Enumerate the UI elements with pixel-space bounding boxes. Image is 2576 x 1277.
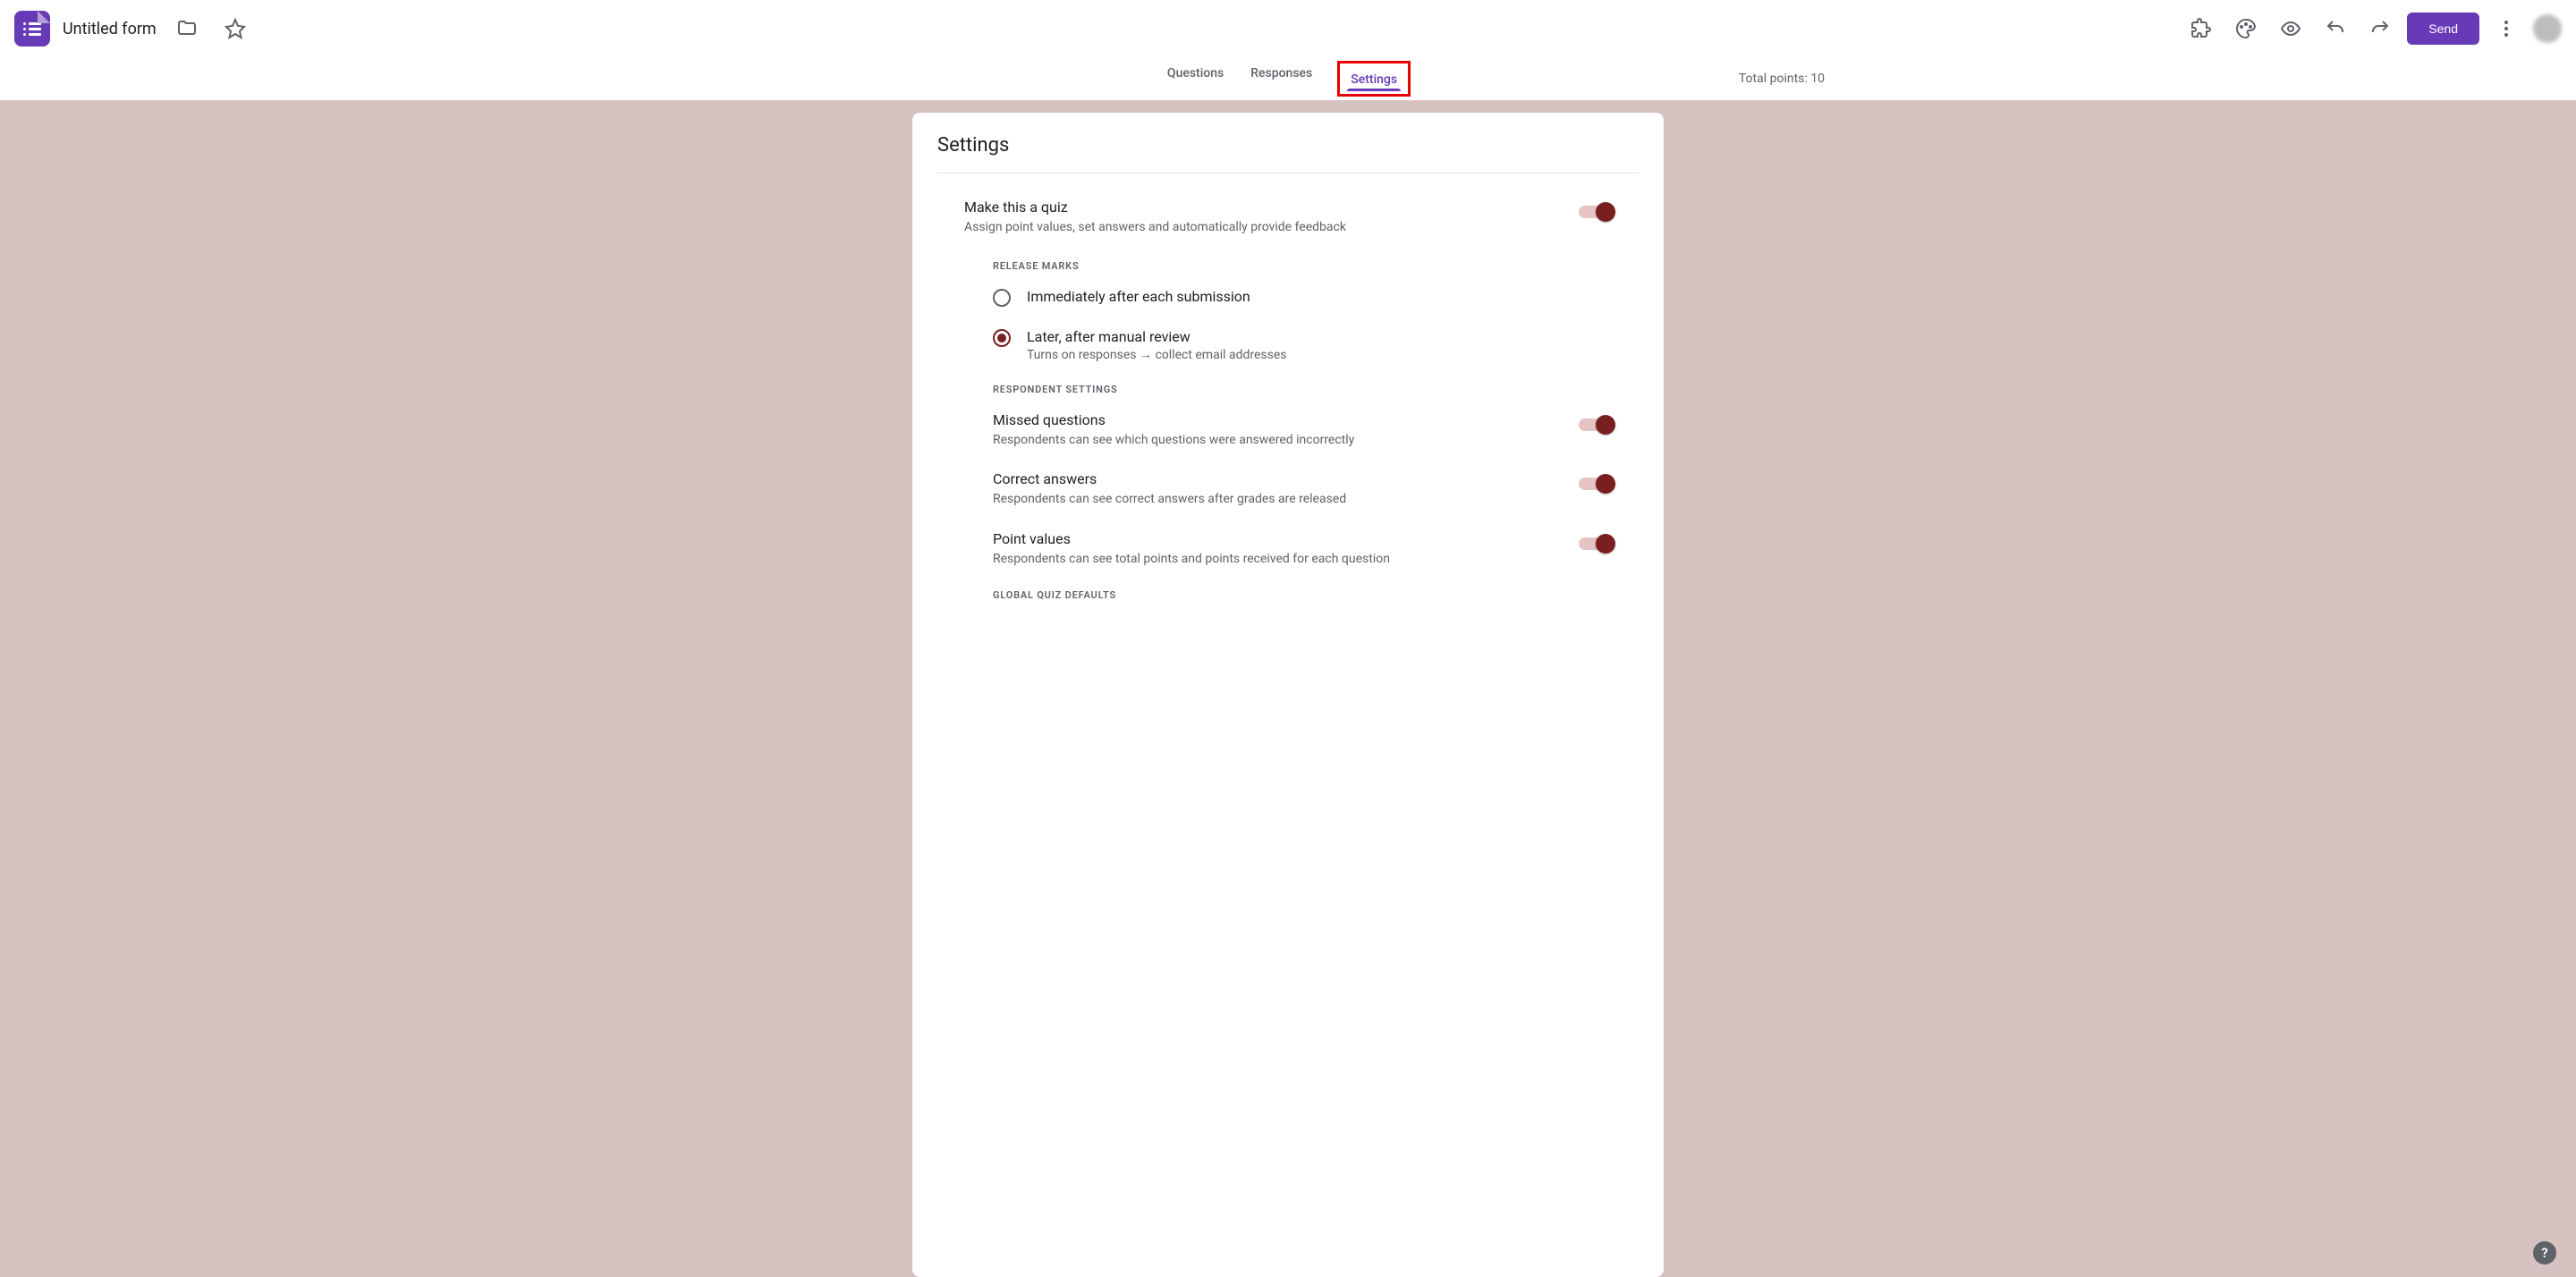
toggle-point-values[interactable] xyxy=(1579,537,1612,550)
account-avatar[interactable] xyxy=(2533,14,2562,43)
header-left: Untitled form xyxy=(14,11,253,47)
radio-later[interactable]: Later, after manual review Turns on resp… xyxy=(937,328,1639,384)
addons-icon[interactable] xyxy=(2183,11,2219,47)
redo-icon[interactable] xyxy=(2362,11,2398,47)
section-respondent: RESPONDENT SETTINGS xyxy=(937,384,1639,411)
setting-point-values: Point values Respondents can see total p… xyxy=(937,530,1639,590)
tabs-row: Questions Responses Settings Total point… xyxy=(0,57,2576,100)
radio-label: Immediately after each submission xyxy=(1027,288,1639,305)
setting-desc: Respondents can see correct answers afte… xyxy=(993,491,1579,509)
setting-desc: Respondents can see total points and poi… xyxy=(993,551,1579,569)
card-title: Settings xyxy=(937,134,1639,156)
total-points-label: Total points: 10 xyxy=(1739,72,1825,86)
radio-icon[interactable] xyxy=(993,289,1011,307)
toggle-missed-questions[interactable] xyxy=(1579,419,1612,431)
section-release-marks: RELEASE MARKS xyxy=(937,260,1639,288)
setting-title: Point values xyxy=(993,530,1579,547)
setting-title: Make this a quiz xyxy=(964,199,1579,216)
palette-icon[interactable] xyxy=(2228,11,2264,47)
preview-icon[interactable] xyxy=(2273,11,2309,47)
tabs: Questions Responses Settings xyxy=(1165,61,1411,97)
star-icon[interactable] xyxy=(217,11,253,47)
forms-logo-icon[interactable] xyxy=(14,11,50,47)
settings-card: Settings Make this a quiz Assign point v… xyxy=(912,113,1664,1277)
setting-make-quiz: Make this a quiz Assign point values, se… xyxy=(937,199,1639,260)
setting-title: Correct answers xyxy=(993,470,1579,487)
radio-label: Later, after manual review xyxy=(1027,328,1639,345)
setting-title: Missed questions xyxy=(993,411,1579,428)
header-right: Send xyxy=(2183,11,2562,47)
form-title[interactable]: Untitled form xyxy=(63,20,157,38)
folder-icon[interactable] xyxy=(169,11,205,47)
radio-icon[interactable] xyxy=(993,329,1011,347)
more-vert-icon[interactable] xyxy=(2488,11,2524,47)
toggle-make-quiz[interactable] xyxy=(1579,206,1612,218)
setting-desc: Assign point values, set answers and aut… xyxy=(964,219,1579,237)
page-body: Settings Make this a quiz Assign point v… xyxy=(0,100,2576,1277)
tab-responses[interactable]: Responses xyxy=(1249,61,1314,97)
setting-missed-questions: Missed questions Respondents can see whi… xyxy=(937,411,1639,471)
send-button[interactable]: Send xyxy=(2407,13,2479,45)
setting-desc: Respondents can see which questions were… xyxy=(993,432,1579,450)
app-header: Untitled form Send xyxy=(0,0,2576,57)
toggle-correct-answers[interactable] xyxy=(1579,478,1612,490)
section-global-defaults: GLOBAL QUIZ DEFAULTS xyxy=(937,589,1639,605)
tab-questions[interactable]: Questions xyxy=(1165,61,1225,97)
undo-icon[interactable] xyxy=(2318,11,2353,47)
radio-desc: Turns on responses → collect email addre… xyxy=(1027,347,1639,362)
setting-correct-answers: Correct answers Respondents can see corr… xyxy=(937,470,1639,530)
help-button[interactable]: ? xyxy=(2533,1241,2556,1264)
tab-settings[interactable]: Settings xyxy=(1337,61,1411,97)
radio-immediate[interactable]: Immediately after each submission xyxy=(937,288,1639,328)
